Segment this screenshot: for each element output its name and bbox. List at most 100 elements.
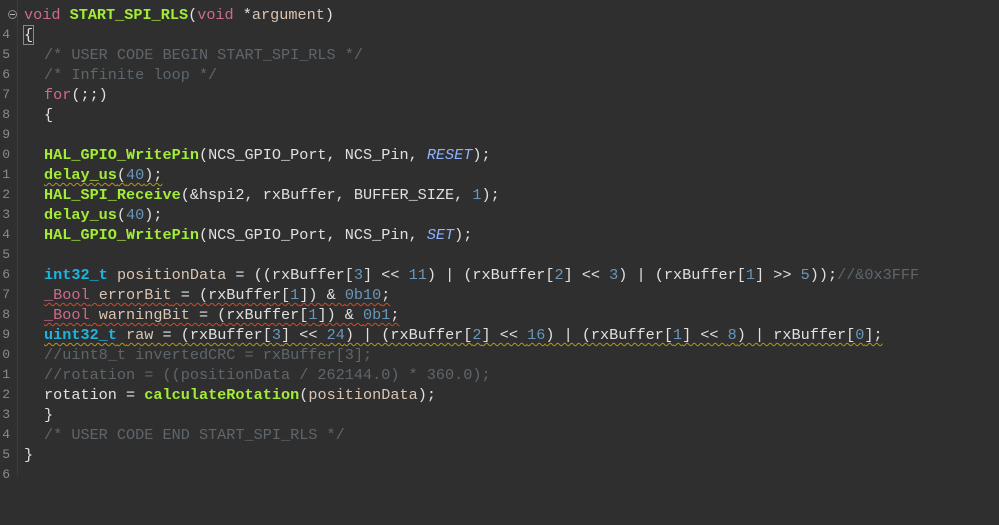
code-line[interactable]: 9 _Bool warningBit = (rxBuffer[1]) & 0b1… [0,305,999,342]
code-token: ] << [563,266,610,284]
type: int32_t [44,266,108,284]
number: 1 [290,286,300,304]
function-call: HAL_SPI_Receive [44,186,181,204]
number: 3 [353,266,364,284]
code-token: ] << [682,326,728,344]
code-token: ] << [281,326,327,344]
keyword: for [44,86,72,104]
punct: ) [324,6,334,24]
function-call: HAL_GPIO_WritePin [44,226,199,244]
fold-collapse-icon[interactable] [8,10,17,19]
code-line[interactable]: 0 uint32_t raw = (rxBuffer[3] << 24) | (… [0,325,999,362]
code-line[interactable]: 2 delay_us(40); [0,165,999,202]
code-text-warning: uint32_t raw = (rxBuffer[3] << 24) | (rx… [44,325,883,345]
code-line[interactable]: 5 /* USER CODE END START_SPI_RLS */ [0,425,999,462]
number: 16 [527,326,546,344]
code-editor[interactable]: 4 void START_SPI_RLS(void *argument) 5 {… [0,0,999,482]
number: 1 [745,266,756,284]
code-text: { [22,25,35,45]
variable: positionData [308,386,418,404]
type: _Bool [44,286,90,304]
punct: ); [144,166,163,184]
code-line[interactable]: 6 /* USER CODE BEGIN START_SPI_RLS */ [0,45,999,82]
code-text: int32_t positionData = ((rxBuffer[3] << … [44,265,919,285]
variable: rotation [44,386,117,404]
line-number: 6 [2,467,10,482]
punct: ( [116,206,127,224]
code-line[interactable]: 8 for(;;) [0,85,999,122]
punct: ); [481,186,500,204]
code-line[interactable]: 4 } [0,405,999,442]
variable: raw [126,326,154,344]
code-line[interactable]: 1 //uint8_t invertedCRC = rxBuffer[3]; [0,345,999,382]
punct: ( [188,6,198,24]
code-token: ]) & [299,286,345,304]
keyword: void [24,6,61,24]
punct: ); [144,206,163,224]
code-line[interactable]: 1 HAL_GPIO_WritePin(NCS_GPIO_Port, NCS_P… [0,145,999,182]
code-token: )); [809,266,838,284]
code-line[interactable]: 2 //rotation = ((positionData / 262144.0… [0,365,999,402]
code-text: for(;;) [44,85,108,105]
number: 3 [271,326,281,344]
code-token: ] >> [755,266,801,284]
code-line[interactable]: 5 HAL_GPIO_WritePin(NCS_GPIO_Port, NCS_P… [0,225,999,262]
code-text: delay_us(40); [44,205,163,225]
code-line[interactable]: 4 void START_SPI_RLS(void *argument) [0,5,999,42]
code-line[interactable]: 5 { [0,25,999,62]
function-call: calculateRotation [144,386,300,404]
number: 0b1 [363,306,391,324]
number: 1 [672,326,683,344]
code-text: HAL_GPIO_WritePin(NCS_GPIO_Port, NCS_Pin… [44,145,491,165]
number: 40 [126,166,145,184]
code-token: ) | (rxBuffer[ [426,266,555,284]
brace: } [44,406,54,424]
code-token: ); [417,386,436,404]
punct: (;;) [71,86,108,104]
code-token: ; [390,306,400,324]
comment: //&0x3FFF [837,266,920,284]
number: 24 [326,326,345,344]
code-text-error: _Bool warningBit = (rxBuffer[1]) & 0b1; [44,305,400,325]
number: 2 [554,266,564,284]
code-token: = (rxBuffer[ [153,326,272,344]
brace: { [44,106,54,124]
code-token: ]; [864,326,883,344]
code-line[interactable]: 0 [0,125,999,162]
code-text-warning: delay_us(40); [44,165,163,185]
punct: ( [116,166,127,184]
punct: * [233,6,252,24]
code-line[interactable]: 3 HAL_SPI_Receive(&hspi2, rxBuffer, BUFF… [0,185,999,222]
function-call: HAL_GPIO_WritePin [44,146,199,164]
code-token: ] << [363,266,409,284]
code-line[interactable]: 6 } [0,445,999,482]
function-call: delay_us [44,166,117,184]
code-line[interactable]: 3 rotation = calculateRotation(positionD… [0,385,999,422]
number: 1 [472,186,482,204]
code-text-error: _Bool errorBit = (rxBuffer[1]) & 0b10; [44,285,390,305]
code-line[interactable]: 9 { [0,105,999,142]
code-token: = [116,386,145,404]
code-token: = (rxBuffer[ [171,286,291,304]
type: _Bool [44,306,90,324]
code-line[interactable]: 6 [0,245,999,282]
code-token: ) | (rxBuffer[ [545,326,673,344]
code-text: HAL_GPIO_WritePin(NCS_GPIO_Port, NCS_Pin… [44,225,472,245]
code-token: = ((rxBuffer[ [226,266,354,284]
arguments: (&hspi2, rxBuffer, BUFFER_SIZE, [180,186,473,204]
punct: ); [454,226,473,244]
code-line[interactable]: 7 /* Infinite loop */ [0,65,999,102]
code-token: ) | (rxBuffer[ [618,266,746,284]
variable: positionData [116,266,227,284]
code-line[interactable]: 8 _Bool errorBit = (rxBuffer[1]) & 0b10; [0,285,999,322]
keyword: void [197,6,234,24]
code-text: void START_SPI_RLS(void *argument) [24,5,334,25]
type: uint32_t [44,326,117,344]
number: 8 [727,326,737,344]
arguments: (NCS_GPIO_Port, NCS_Pin, [198,146,427,164]
arguments: (NCS_GPIO_Port, NCS_Pin, [198,226,427,244]
brace: { [22,25,35,45]
code-line[interactable]: 7 int32_t positionData = ((rxBuffer[3] <… [0,265,999,302]
code-line[interactable]: 4 delay_us(40); [0,205,999,242]
parameter: argument [251,6,325,24]
